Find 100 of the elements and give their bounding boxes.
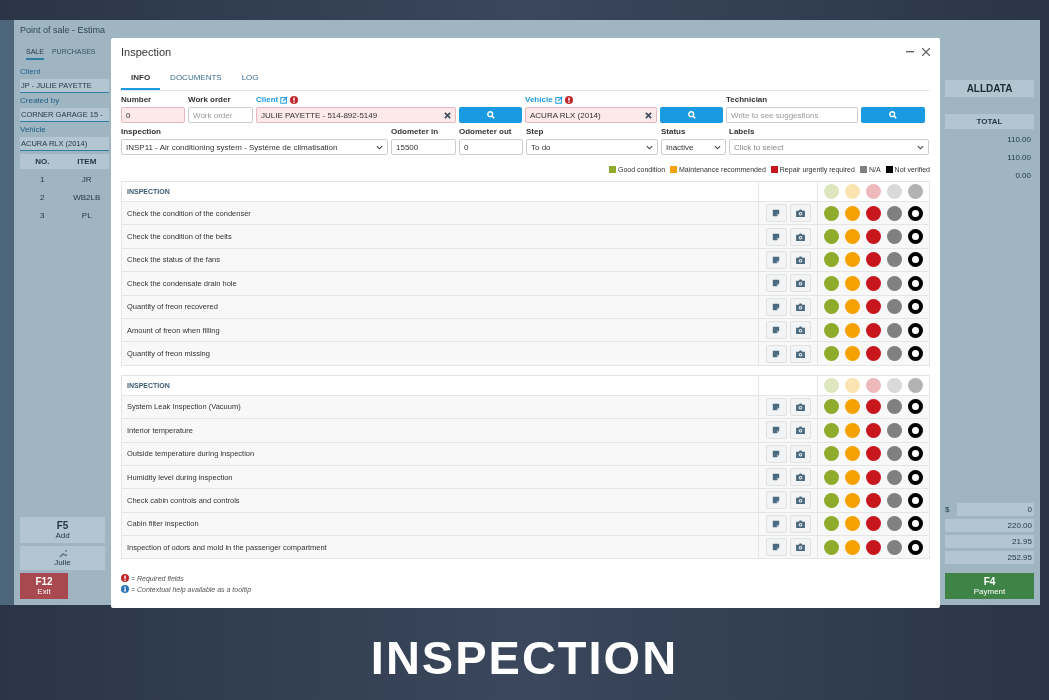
camera-icon <box>795 255 805 264</box>
input-field[interactable]: 0 <box>459 139 523 155</box>
photo-button[interactable] <box>789 468 811 487</box>
input-field[interactable]: 0 <box>121 107 185 123</box>
camera-icon <box>795 519 805 528</box>
photo-button[interactable] <box>789 297 811 316</box>
note-button[interactable] <box>765 444 787 463</box>
search-icon <box>889 111 897 119</box>
tab[interactable]: DOCUMENTS <box>160 66 232 90</box>
status-option[interactable] <box>907 205 923 221</box>
photo-button[interactable] <box>789 204 811 223</box>
note-icon <box>772 255 780 264</box>
table-cell-text: 110.00 <box>1006 134 1032 146</box>
payment-button[interactable]: F4 Payment <box>945 573 1034 599</box>
photo-button[interactable] <box>789 344 811 363</box>
field-label: Created by <box>20 96 61 105</box>
tab[interactable]: LOG <box>231 66 269 90</box>
note-button[interactable] <box>765 204 787 223</box>
input-field[interactable]: Work order <box>188 107 253 123</box>
input-field[interactable]: ACURA RLX (2014) <box>525 107 657 123</box>
note-button[interactable] <box>765 297 787 316</box>
camera-icon <box>795 543 805 552</box>
dropdown[interactable]: INSP11 - Air conditioning system - Système de climatisation <box>121 139 388 155</box>
field-label: Odometer in <box>391 127 440 137</box>
status-option[interactable] <box>907 229 923 245</box>
status-option[interactable] <box>907 252 923 268</box>
input-field[interactable]: 0 <box>957 503 1034 516</box>
note-icon <box>772 349 780 358</box>
search-icon <box>486 111 495 119</box>
photo-button[interactable] <box>789 321 811 340</box>
note-button[interactable] <box>765 491 787 510</box>
camera-icon <box>795 426 805 435</box>
action-button[interactable]: F5 Add <box>20 517 105 543</box>
photo-button[interactable] <box>789 250 811 269</box>
close-icon[interactable] <box>922 48 930 56</box>
dropdown[interactable]: Click to select <box>729 139 929 155</box>
search-icon <box>687 111 696 119</box>
status-option[interactable] <box>907 322 923 338</box>
table-cell-text: 1 <box>39 174 46 186</box>
camera-icon <box>795 326 805 335</box>
dropdown[interactable]: Inactive <box>661 139 726 155</box>
status-option[interactable] <box>907 516 923 532</box>
clear-icon[interactable] <box>444 111 451 119</box>
dropdown[interactable]: To do <box>526 139 658 155</box>
note-button[interactable] <box>765 274 787 293</box>
caret-icon <box>376 144 383 150</box>
field-label: Step <box>526 127 545 137</box>
status-option[interactable] <box>907 399 923 415</box>
note-icon <box>772 279 780 288</box>
note-button[interactable] <box>765 250 787 269</box>
photo-button[interactable] <box>789 227 811 246</box>
photo-button[interactable] <box>789 514 811 533</box>
note-icon <box>772 326 780 335</box>
note-button[interactable] <box>765 321 787 340</box>
total-amount: 21.95 <box>945 535 1034 548</box>
note-button[interactable] <box>765 538 787 557</box>
status-option[interactable] <box>907 275 923 291</box>
field-label: Vehicle <box>20 125 47 134</box>
photo-button[interactable] <box>789 397 811 416</box>
camera-icon <box>795 449 805 458</box>
banner-heading: INSPECTION <box>370 630 679 685</box>
status-option[interactable] <box>907 346 923 362</box>
photo-button[interactable] <box>789 444 811 463</box>
status-option[interactable] <box>907 299 923 315</box>
input-field[interactable]: JULIE PAYETTE - 514-892-5149 <box>256 107 456 123</box>
table-cell-text: 110.00 <box>1006 152 1032 164</box>
help-icon <box>121 585 129 594</box>
status-option[interactable] <box>907 469 923 485</box>
table-cell-text: PL <box>80 210 93 222</box>
status-option[interactable] <box>907 422 923 438</box>
column-header: TOTAL <box>945 114 1034 129</box>
action-button[interactable]: Julie <box>20 546 105 570</box>
tab[interactable]: INFO <box>121 66 161 90</box>
photo-button[interactable] <box>789 274 811 293</box>
note-button[interactable] <box>765 421 787 440</box>
status-option[interactable] <box>907 539 923 555</box>
minimize-icon[interactable] <box>906 51 914 53</box>
table-cell-text: WB2LB <box>72 192 102 204</box>
clear-icon[interactable] <box>645 111 652 119</box>
camera-icon <box>795 496 805 505</box>
input-field[interactable]: 15500 <box>391 139 456 155</box>
field-label: Labels <box>729 127 756 137</box>
edit-icon[interactable] <box>554 96 563 104</box>
edit-icon[interactable] <box>280 96 289 104</box>
currency-label: $ <box>945 505 950 514</box>
exit-button[interactable]: F12 Exit <box>20 573 68 599</box>
note-button[interactable] <box>765 227 787 246</box>
status-option[interactable] <box>907 493 923 508</box>
note-button[interactable] <box>765 344 787 363</box>
note-icon <box>772 402 780 411</box>
photo-button[interactable] <box>789 491 811 510</box>
column-header: ITEM <box>64 154 109 169</box>
input-field[interactable]: Write to see suggestions <box>726 107 858 123</box>
note-button[interactable] <box>765 468 787 487</box>
photo-button[interactable] <box>789 538 811 557</box>
note-button[interactable] <box>765 514 787 533</box>
field-label: Status <box>661 127 687 137</box>
note-button[interactable] <box>765 397 787 416</box>
photo-button[interactable] <box>789 421 811 440</box>
status-option[interactable] <box>907 446 923 462</box>
